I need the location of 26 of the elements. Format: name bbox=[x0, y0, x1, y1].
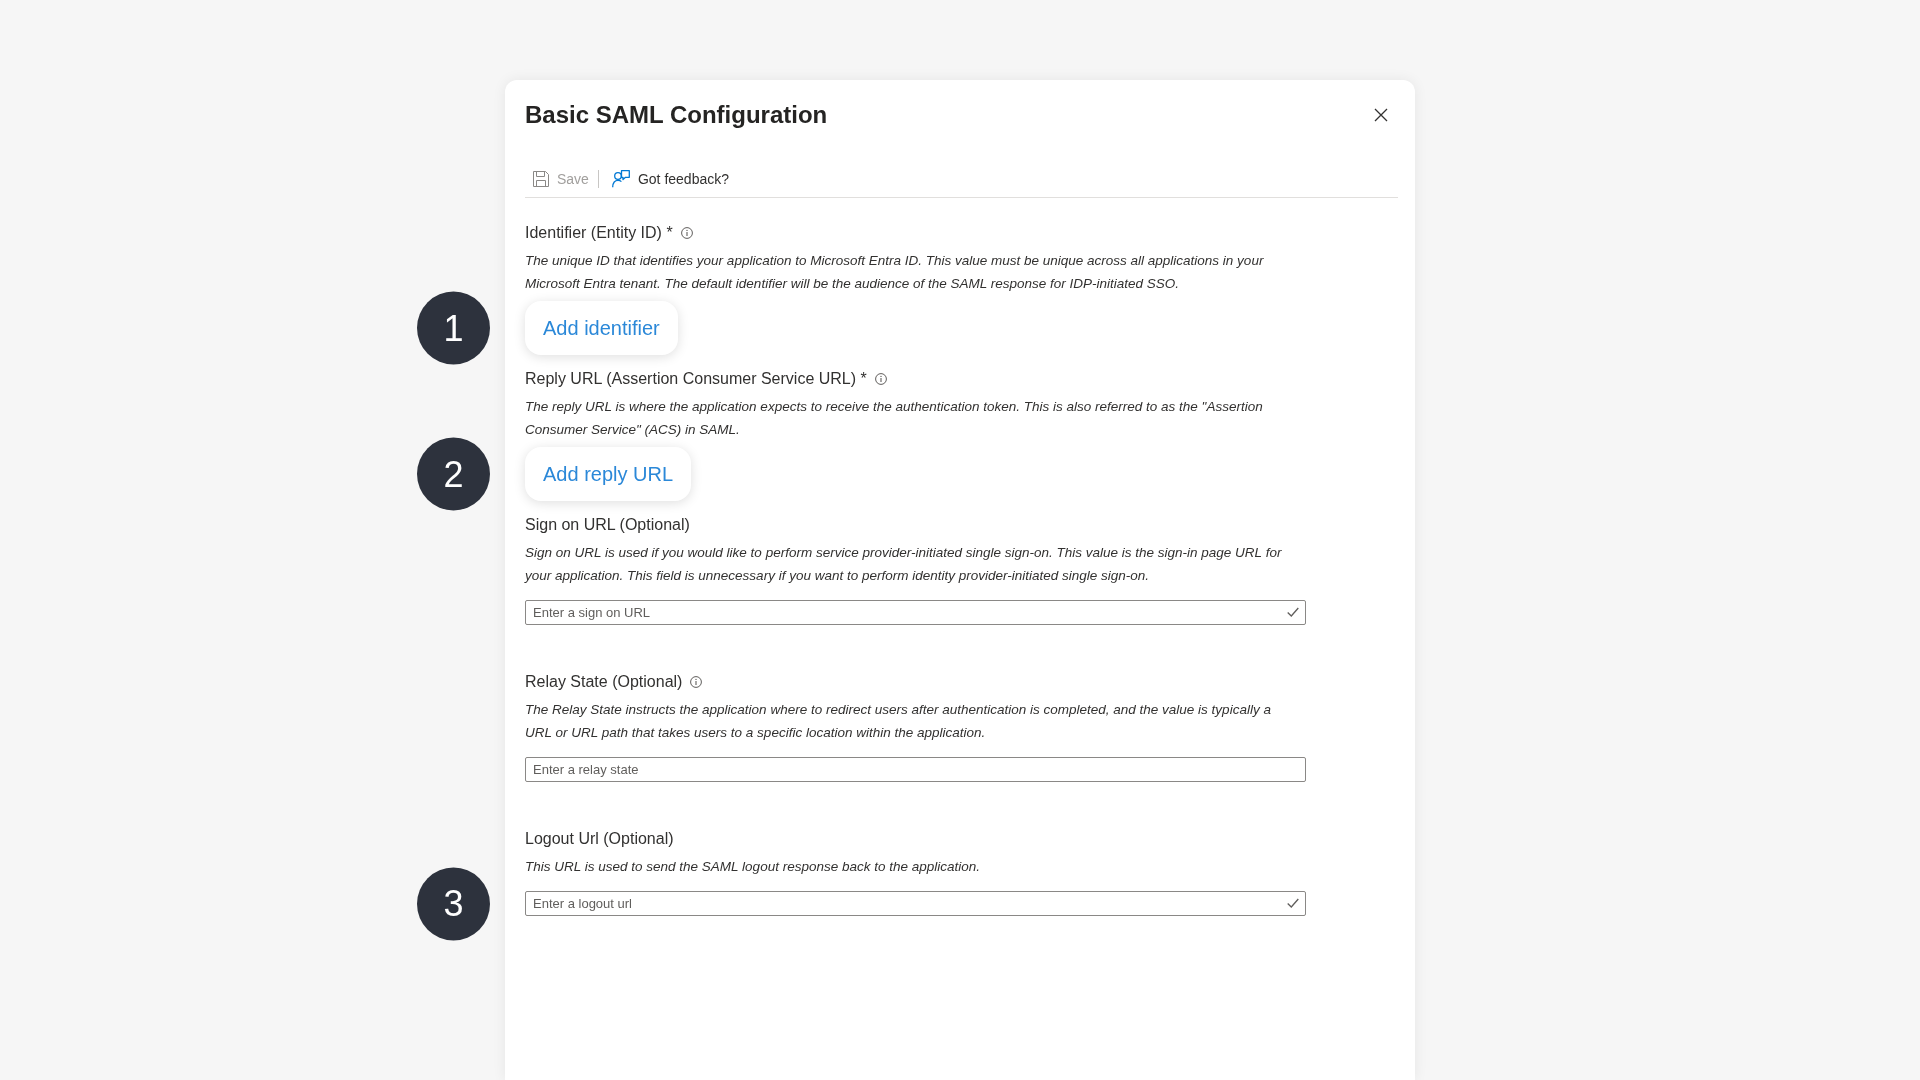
info-icon[interactable] bbox=[690, 676, 703, 688]
feedback-button[interactable]: Got feedback? bbox=[603, 163, 735, 194]
field-description: The unique ID that identifies your application to Microsoft Entra ID. This value must be unique across all applications in your Microsoft Entra tenant. The default identifier will be the audience of the SAML response for IDP-initiated SSO. bbox=[525, 252, 1265, 293]
field-description: The Relay State instructs the application where to redirect users after authentication is completed, and the value is typically a URL or URL path that takes users to a specific location within the application. bbox=[525, 701, 1272, 742]
add-button[interactable]: Add reply URL bbox=[525, 447, 692, 501]
field-label: Identifier (Entity ID) * bbox=[525, 223, 673, 243]
step-marker: 2 bbox=[417, 437, 490, 511]
close-icon bbox=[1374, 108, 1388, 122]
field-description: Sign on URL is used if you would like to perform service provider-initiated single sign-on. This value is the sign-in page URL for your application. This field is unnecessary if you want to perform identity provider-initiated single sign-on. bbox=[525, 544, 1283, 585]
feedback-icon bbox=[611, 169, 630, 188]
text-field[interactable]: Enter a relay state bbox=[525, 757, 1306, 782]
save-icon bbox=[533, 170, 549, 187]
step-marker: 1 bbox=[417, 291, 490, 365]
info-icon[interactable] bbox=[874, 373, 887, 385]
dialog-title: Basic SAML Configuration bbox=[525, 100, 828, 130]
text-field[interactable]: Enter a sign on URL bbox=[525, 600, 1306, 625]
step-marker: 3 bbox=[417, 867, 490, 940]
text-field[interactable]: Enter a logout url bbox=[525, 891, 1306, 916]
field-label: Relay State (Optional) bbox=[525, 672, 683, 692]
field-label: Reply URL (Assertion Consumer Service URL) * bbox=[525, 369, 867, 389]
field-description: The reply URL is where the application expects to receive the authentication token. This is also referred to as the "Assertion Consumer Service" (ACS) in SAML. bbox=[525, 398, 1264, 439]
field-label: Sign on URL (Optional) bbox=[525, 515, 690, 535]
add-button[interactable]: Add identifier bbox=[525, 301, 678, 355]
field-description: This URL is used to send the SAML logout response back to the application. bbox=[525, 858, 982, 876]
field-label: Logout Url (Optional) bbox=[525, 829, 674, 849]
info-icon[interactable] bbox=[680, 227, 693, 239]
